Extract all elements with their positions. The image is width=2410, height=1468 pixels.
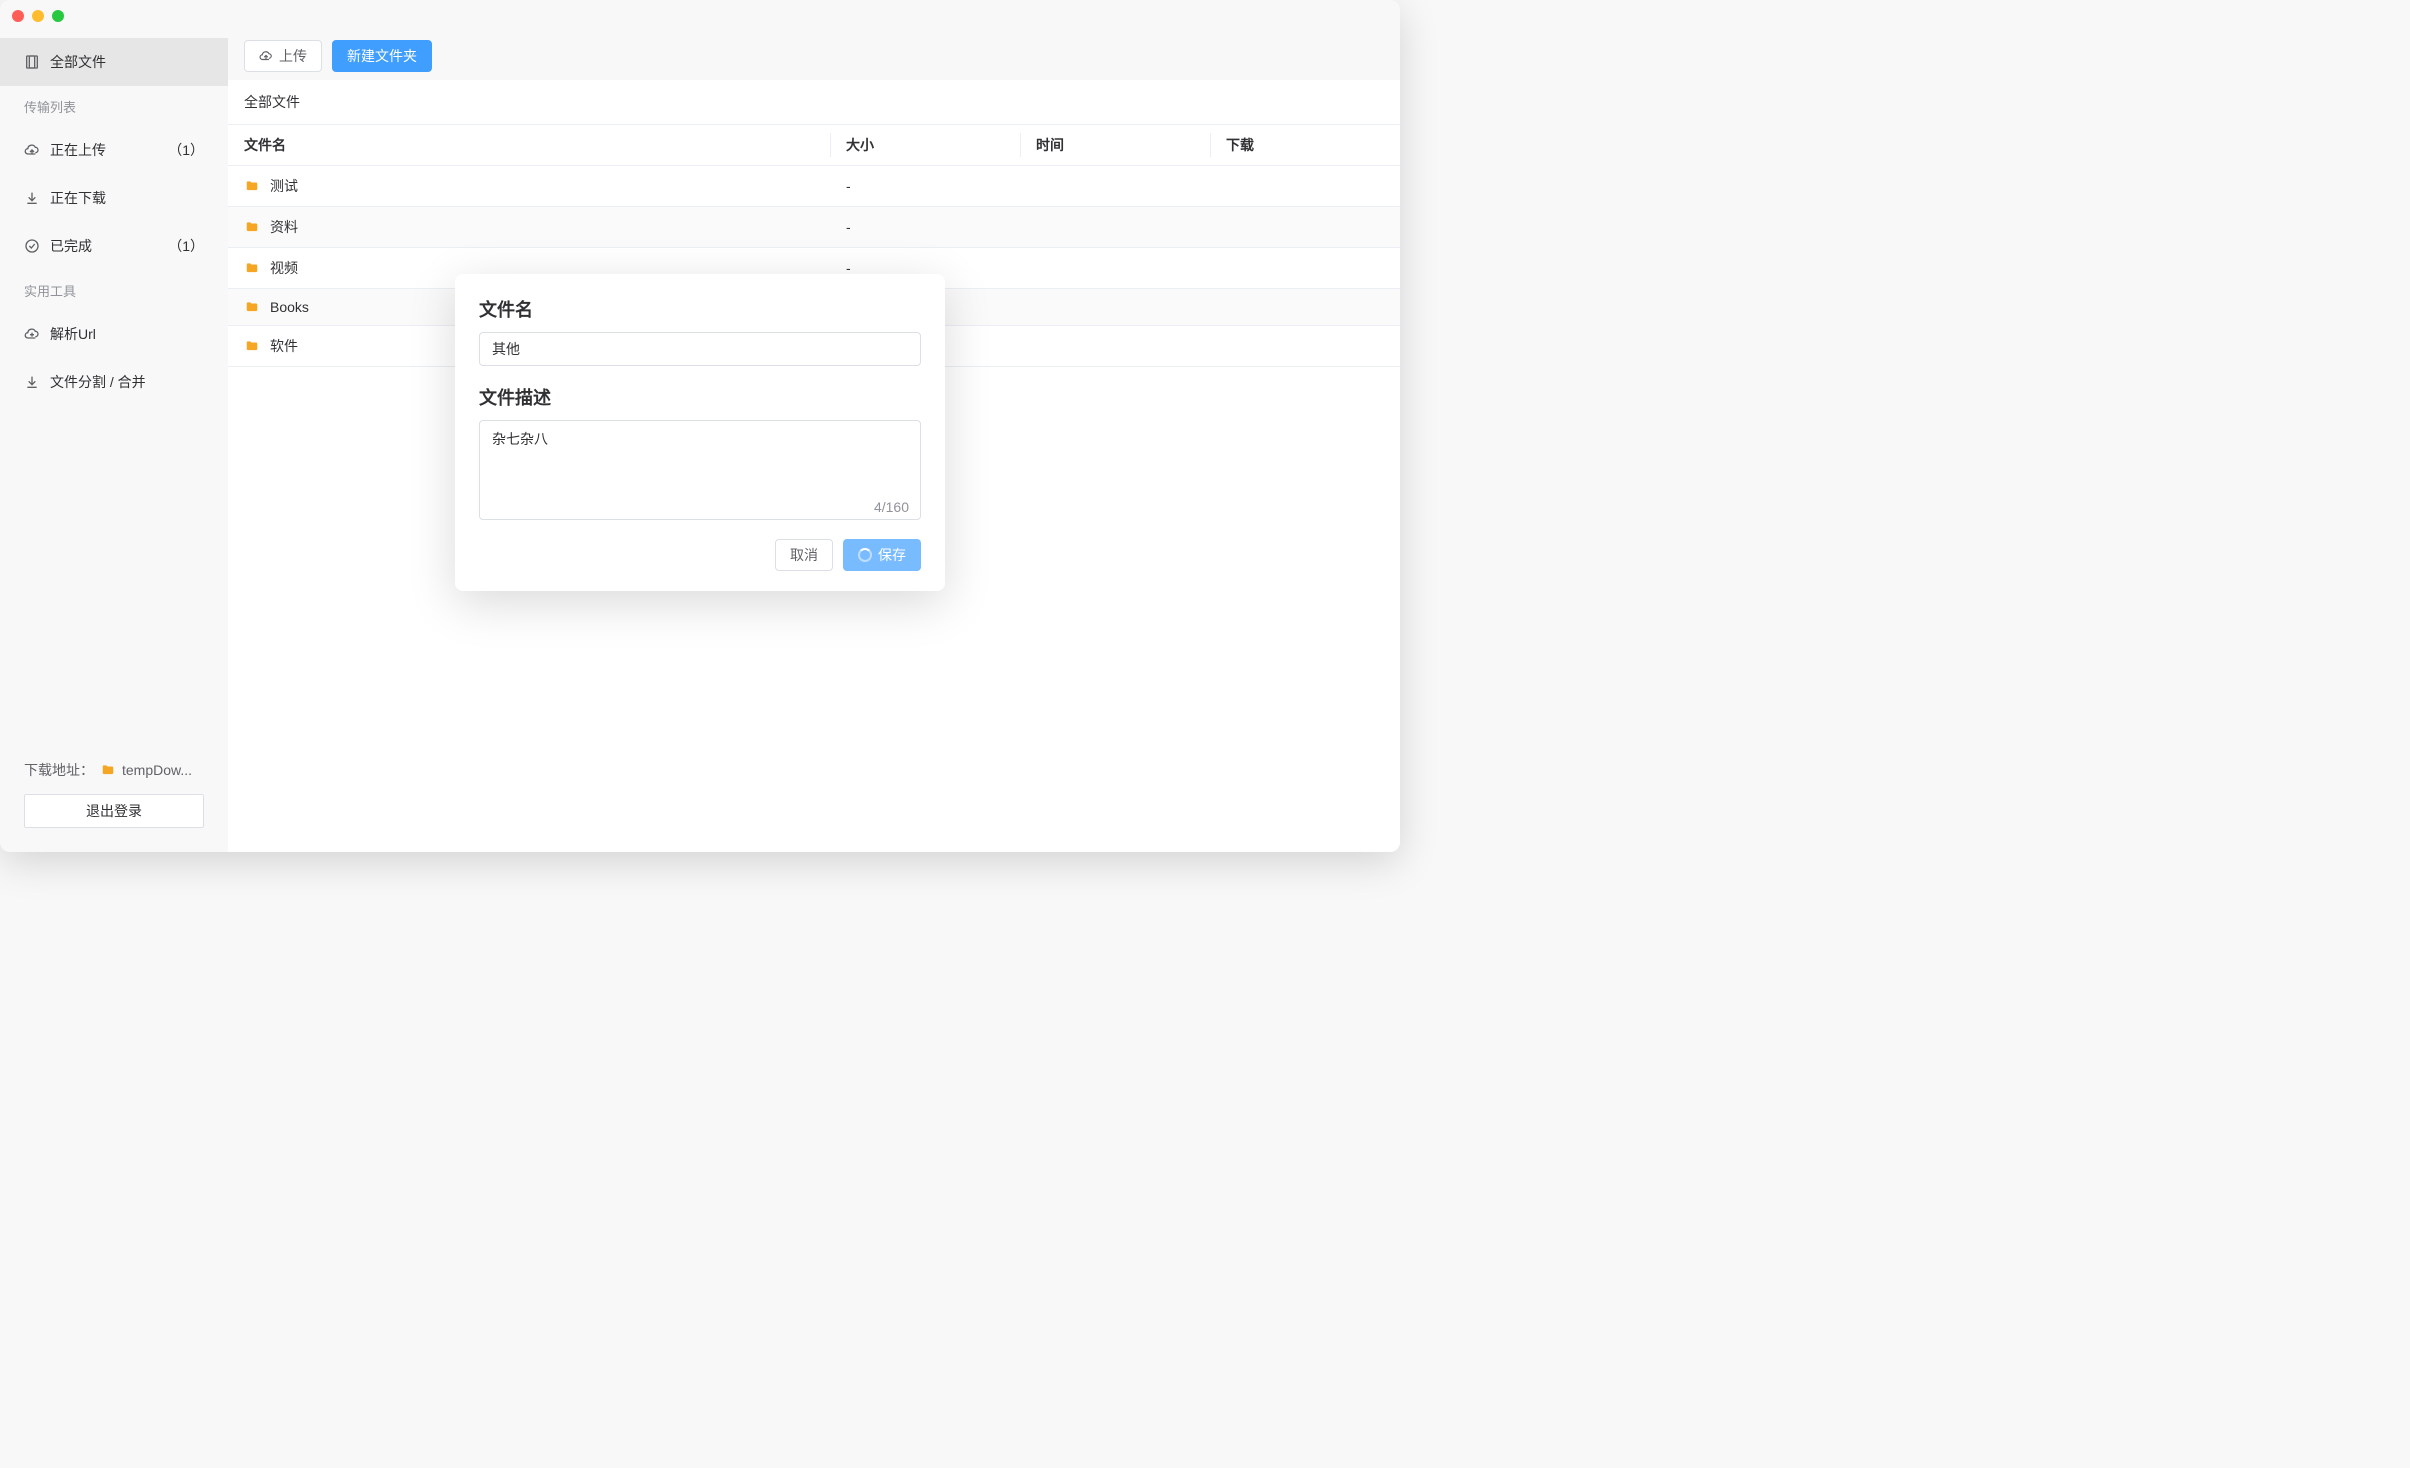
sidebar-item-label: 已完成: [50, 236, 158, 256]
download-path-label: 下载地址：: [24, 760, 94, 780]
file-name: 测试: [270, 176, 298, 196]
file-download: [1210, 326, 1400, 367]
table-row[interactable]: 资料 -: [228, 207, 1400, 248]
save-button[interactable]: 保存: [843, 539, 921, 571]
folder-icon: [244, 300, 260, 314]
logout-button[interactable]: 退出登录: [24, 794, 204, 828]
files-icon: [24, 54, 40, 70]
download-path[interactable]: 下载地址： tempDow...: [24, 760, 204, 780]
char-counter: 4/160: [874, 499, 909, 515]
folder-icon: [100, 763, 116, 777]
loading-spinner-icon: [858, 548, 872, 562]
file-download: [1210, 289, 1400, 326]
file-download: [1210, 248, 1400, 289]
folder-icon: [244, 261, 260, 275]
window-close-button[interactable]: [12, 10, 24, 22]
sidebar-item-completed[interactable]: 已完成 （1）: [0, 222, 228, 270]
table-header-time[interactable]: 时间: [1020, 125, 1210, 166]
file-size: -: [830, 207, 1020, 248]
file-name: Books: [270, 299, 309, 315]
folder-name-input[interactable]: [479, 332, 921, 366]
sidebar-item-count: （1）: [168, 140, 204, 160]
table-header-download[interactable]: 下载: [1210, 125, 1400, 166]
breadcrumb[interactable]: 全部文件: [228, 80, 1400, 124]
cloud-upload-icon: [24, 142, 40, 158]
dialog-desc-label: 文件描述: [479, 384, 921, 410]
sidebar-item-split-merge[interactable]: 文件分割 / 合并: [0, 358, 228, 406]
sidebar-item-all-files[interactable]: 全部文件: [0, 38, 228, 86]
folder-icon: [244, 339, 260, 353]
window-minimize-button[interactable]: [32, 10, 44, 22]
sidebar: 全部文件 传输列表 正在上传 （1） 正在下载: [0, 32, 228, 852]
cloud-sync-icon: [24, 326, 40, 342]
file-time: [1020, 207, 1210, 248]
sidebar-item-label: 正在上传: [50, 140, 158, 160]
folder-icon: [244, 220, 260, 234]
folder-icon: [244, 179, 260, 193]
sidebar-category-transfer: 传输列表: [0, 86, 228, 126]
window-titlebar: [0, 0, 1400, 32]
table-row[interactable]: 测试 -: [228, 166, 1400, 207]
file-time: [1020, 248, 1210, 289]
sidebar-item-label: 解析Url: [50, 324, 204, 344]
file-time: [1020, 166, 1210, 207]
file-download: [1210, 207, 1400, 248]
sidebar-item-count: （1）: [168, 236, 204, 256]
sidebar-item-label: 正在下载: [50, 188, 204, 208]
file-time: [1020, 289, 1210, 326]
new-folder-button[interactable]: 新建文件夹: [332, 40, 432, 72]
download-icon: [24, 190, 40, 206]
window-zoom-button[interactable]: [52, 10, 64, 22]
file-download: [1210, 166, 1400, 207]
download-path-value: tempDow...: [122, 762, 192, 778]
sidebar-item-uploading[interactable]: 正在上传 （1）: [0, 126, 228, 174]
check-circle-icon: [24, 238, 40, 254]
sidebar-item-label: 全部文件: [50, 52, 204, 72]
new-folder-dialog: 文件名 文件描述 4/160 取消 保存: [455, 274, 945, 591]
sidebar-item-label: 文件分割 / 合并: [50, 372, 204, 392]
sidebar-item-parse-url[interactable]: 解析Url: [0, 310, 228, 358]
save-button-label: 保存: [878, 545, 906, 565]
dialog-name-label: 文件名: [479, 296, 921, 322]
file-name: 视频: [270, 258, 298, 278]
file-size: -: [830, 166, 1020, 207]
upload-button[interactable]: 上传: [244, 40, 322, 72]
file-time: [1020, 326, 1210, 367]
cancel-button[interactable]: 取消: [775, 539, 833, 571]
sidebar-category-tools: 实用工具: [0, 270, 228, 310]
toolbar: 上传 新建文件夹: [228, 32, 1400, 80]
table-header-size[interactable]: 大小: [830, 125, 1020, 166]
sidebar-item-downloading[interactable]: 正在下载: [0, 174, 228, 222]
folder-desc-input[interactable]: [479, 420, 921, 520]
file-name: 软件: [270, 336, 298, 356]
upload-button-label: 上传: [279, 46, 307, 66]
download-icon: [24, 374, 40, 390]
file-name: 资料: [270, 217, 298, 237]
cloud-upload-icon: [259, 49, 273, 63]
table-header-name[interactable]: 文件名: [228, 125, 830, 166]
